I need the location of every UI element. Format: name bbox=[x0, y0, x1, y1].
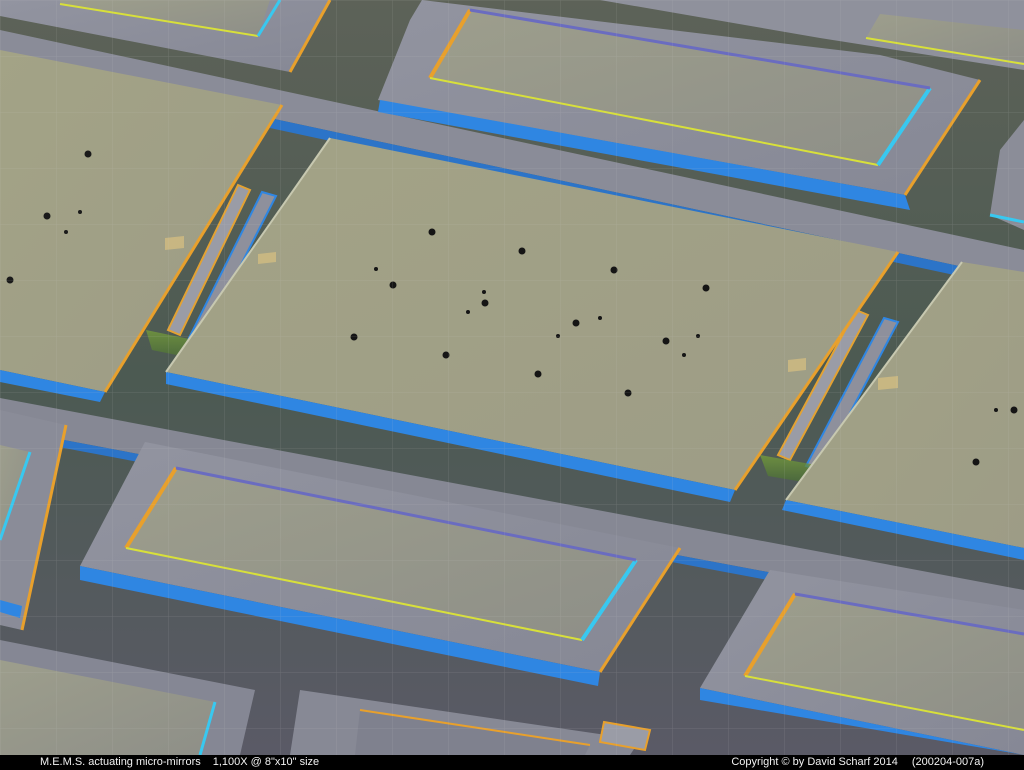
caption-bar: M.E.M.S. actuating micro-mirrors 1,100X @… bbox=[0, 755, 1024, 770]
caption-magnification: 1,100X @ 8"x10" size bbox=[212, 756, 320, 768]
caption-image-code: (200204-007a) bbox=[911, 756, 984, 768]
caption-subject: M.E.M.S. actuating micro-mirrors bbox=[40, 756, 201, 768]
caption-left: M.E.M.S. actuating micro-mirrors 1,100X @… bbox=[40, 755, 319, 770]
sem-micrograph: M.E.M.S. actuating micro-mirrors 1,100X @… bbox=[0, 0, 1024, 770]
micrograph-image bbox=[0, 0, 1024, 755]
caption-right: Copyright © by David Scharf 2014 (200204-… bbox=[731, 755, 984, 770]
caption-copyright: Copyright © by David Scharf 2014 bbox=[731, 756, 898, 768]
grid-overlay bbox=[0, 0, 1024, 755]
